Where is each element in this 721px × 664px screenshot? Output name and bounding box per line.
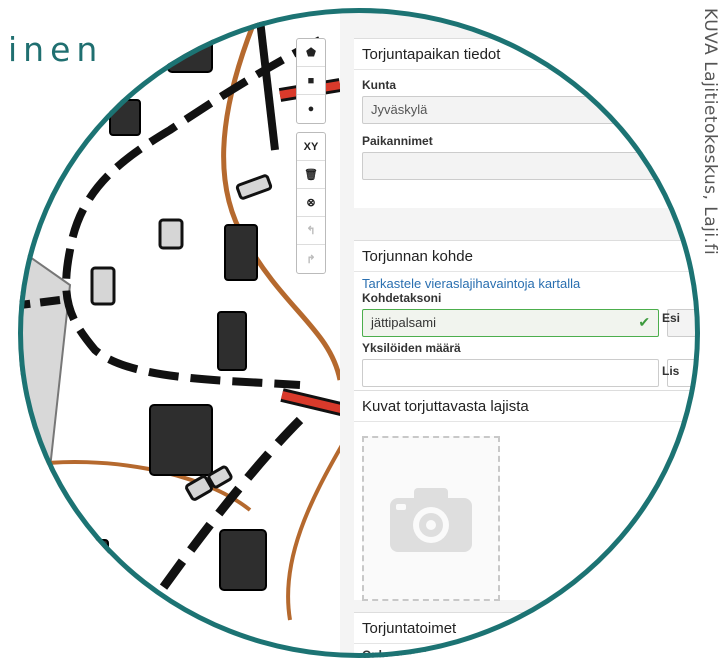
redo-icon[interactable]: ↱ bbox=[297, 245, 325, 273]
target-section: Torjunnan kohde Tarkastele vieraslajihav… bbox=[354, 240, 700, 390]
form-panel: Torjuntapaikan tiedot Kunta Jyväskylä Pa… bbox=[340, 8, 700, 658]
circle-icon[interactable]: ● bbox=[297, 95, 325, 123]
map-building bbox=[224, 224, 258, 281]
placenames-label: Paikannimet bbox=[362, 134, 433, 148]
section-title-actions: Torjuntatoimet bbox=[354, 613, 700, 644]
map-building bbox=[217, 311, 247, 371]
actions-section: Torjuntatoimet Onko esiintym bbox=[354, 612, 700, 658]
map-building-light bbox=[90, 266, 116, 306]
location-section: Torjuntapaikan tiedot Kunta Jyväskylä Pa… bbox=[354, 38, 700, 208]
camera-icon bbox=[390, 487, 472, 552]
count-label: Yksilöiden määrä bbox=[362, 341, 461, 355]
valid-check-icon: ✔ bbox=[638, 314, 651, 330]
pentagon-icon[interactable]: ⬟ bbox=[297, 39, 325, 67]
photos-section: Kuvat torjuttavasta lajista bbox=[354, 390, 700, 601]
invasive-map-link[interactable]: Tarkastele vieraslajihavaintoja kartalla bbox=[354, 272, 700, 291]
map-building-light bbox=[158, 218, 184, 250]
xy-icon[interactable]: XY bbox=[297, 133, 325, 161]
edit-tool-group: XY 🗑 ⊗ ↰ ↱ bbox=[296, 132, 326, 274]
zoom-lens: ⬟ ■ ● XY 🗑 ⊗ ↰ ↱ Torjuntapaikan tiedot K… bbox=[18, 8, 700, 658]
photo-dropzone[interactable] bbox=[362, 436, 500, 601]
municipality-label: Kunta bbox=[362, 78, 396, 92]
placenames-field[interactable] bbox=[362, 152, 700, 180]
map-building bbox=[149, 404, 213, 476]
taxon-label: Kohdetaksoni bbox=[362, 291, 442, 305]
municipality-field[interactable]: Jyväskylä bbox=[362, 96, 700, 124]
draw-tool-group: ⬟ ■ ● bbox=[296, 38, 326, 124]
taxon-field[interactable]: jättipalsami ✔ bbox=[362, 309, 660, 337]
taxon-value: jättipalsami bbox=[371, 315, 437, 330]
map-building bbox=[109, 99, 141, 136]
cancel-icon[interactable]: ⊗ bbox=[297, 189, 325, 217]
photo-credit: KUVA Lajitietokeskus, Laji.fi bbox=[700, 8, 720, 256]
extra-label: Lis bbox=[662, 364, 680, 378]
undo-icon[interactable]: ↰ bbox=[297, 217, 325, 245]
map-building bbox=[69, 539, 109, 571]
section-title-location: Torjuntapaikan tiedot bbox=[354, 39, 700, 70]
occurrence-question-label: Onko esiintym bbox=[362, 648, 445, 658]
map-building bbox=[219, 529, 267, 591]
count-field[interactable] bbox=[362, 359, 660, 387]
map-toolbar: ⬟ ■ ● XY 🗑 ⊗ ↰ ↱ bbox=[296, 38, 326, 274]
section-title-target: Torjunnan kohde bbox=[354, 241, 700, 272]
trash-icon[interactable]: 🗑 bbox=[297, 161, 325, 189]
square-icon[interactable]: ■ bbox=[297, 67, 325, 95]
section-title-photos: Kuvat torjuttavasta lajista bbox=[354, 391, 700, 422]
occurrence-label: Esi bbox=[662, 311, 681, 325]
map-building bbox=[167, 35, 213, 73]
